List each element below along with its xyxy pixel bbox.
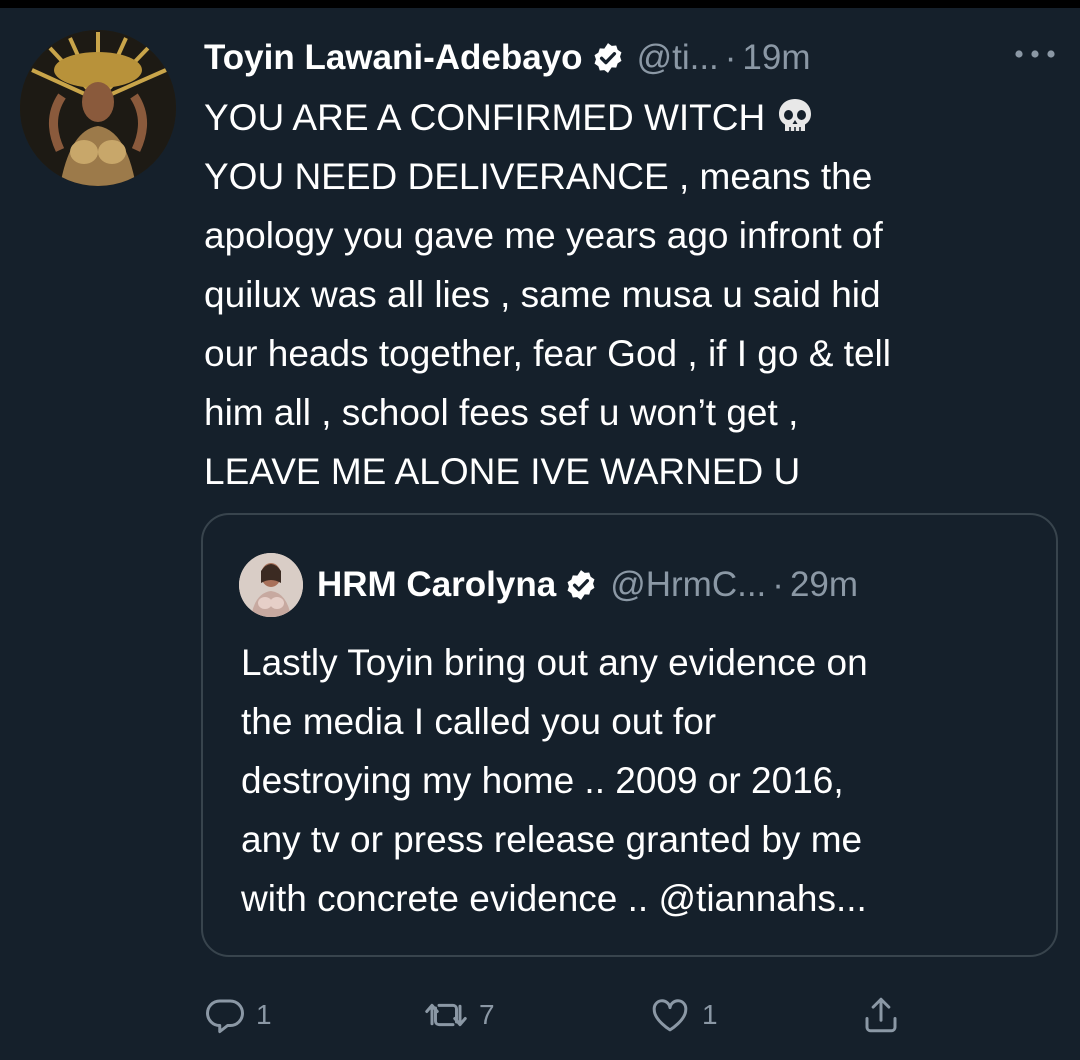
tweet-time[interactable]: 19m <box>742 38 810 78</box>
retweet-count: 7 <box>479 999 495 1030</box>
reply-count: 1 <box>256 999 272 1030</box>
reply-icon <box>204 994 246 1036</box>
tweet-header: Toyin Lawani-Adebayo @ti... · 19m <box>204 36 811 80</box>
tweet-line-3: apology you gave me years ago infront of <box>204 215 883 256</box>
like-count: 1 <box>702 999 718 1030</box>
retweet-icon <box>423 994 469 1036</box>
separator-dot: · <box>724 38 737 77</box>
quoted-tweet-time: 29m <box>789 565 859 604</box>
author-handle[interactable]: @ti... <box>637 38 719 78</box>
quoted-tweet-text: Lastly Toyin bring out any evidence on t… <box>241 633 1041 928</box>
quoted-author-handle: @HrmC... <box>610 565 767 604</box>
reply-button[interactable]: 1 <box>204 985 272 1045</box>
quoted-author-name: HRM Carolyna <box>317 565 557 604</box>
tweet-line-7: LEAVE ME ALONE IVE WARNED U <box>204 451 801 492</box>
quoted-tweet[interactable]: HRM Carolyna @HrmC... · 29m Lastly Toyin… <box>201 513 1058 957</box>
quoted-author-avatar <box>239 553 303 617</box>
quoted-line-4: any tv or press release granted by me <box>241 819 863 860</box>
tweet-line-1: YOU ARE A CONFIRMED WITCH <box>204 88 1074 147</box>
tweet-text: YOU ARE A CONFIRMED WITCH YOU NEED DELIV… <box>204 88 1074 501</box>
verified-badge-icon <box>564 568 598 602</box>
skull-emoji-icon <box>775 94 815 134</box>
tweet-line-5: our heads together, fear God , if I go &… <box>204 333 891 374</box>
tweet-line-6: him all , school fees sef u won’t get , <box>204 392 799 433</box>
quoted-line-2: the media I called you out for <box>241 701 717 742</box>
heart-icon <box>648 994 692 1036</box>
tweet-line-4: quilux was all lies , same musa u said h… <box>204 274 881 315</box>
like-button[interactable]: 1 <box>648 985 718 1045</box>
quoted-line-5: with concrete evidence .. @tiannahs... <box>241 878 867 919</box>
share-icon <box>860 994 902 1036</box>
retweet-button[interactable]: 7 <box>423 985 495 1045</box>
tweet[interactable]: Toyin Lawani-Adebayo @ti... · 19m YOU AR… <box>0 0 1080 1052</box>
share-button[interactable] <box>860 985 902 1045</box>
author-avatar[interactable] <box>20 30 176 186</box>
verified-badge-icon <box>591 41 625 75</box>
quoted-tweet-header: HRM Carolyna @HrmC... · 29m <box>317 563 858 607</box>
tweet-actions: 1 7 1 <box>0 985 1080 1045</box>
separator-dot: · <box>772 565 784 604</box>
author-name[interactable]: Toyin Lawani-Adebayo <box>204 38 583 78</box>
quoted-line-3: destroying my home .. 2009 or 2016, <box>241 760 844 801</box>
more-icon[interactable] <box>1010 44 1060 64</box>
quoted-line-1: Lastly Toyin bring out any evidence on <box>241 642 868 683</box>
tweet-line-2: YOU NEED DELIVERANCE , means the <box>204 156 873 197</box>
